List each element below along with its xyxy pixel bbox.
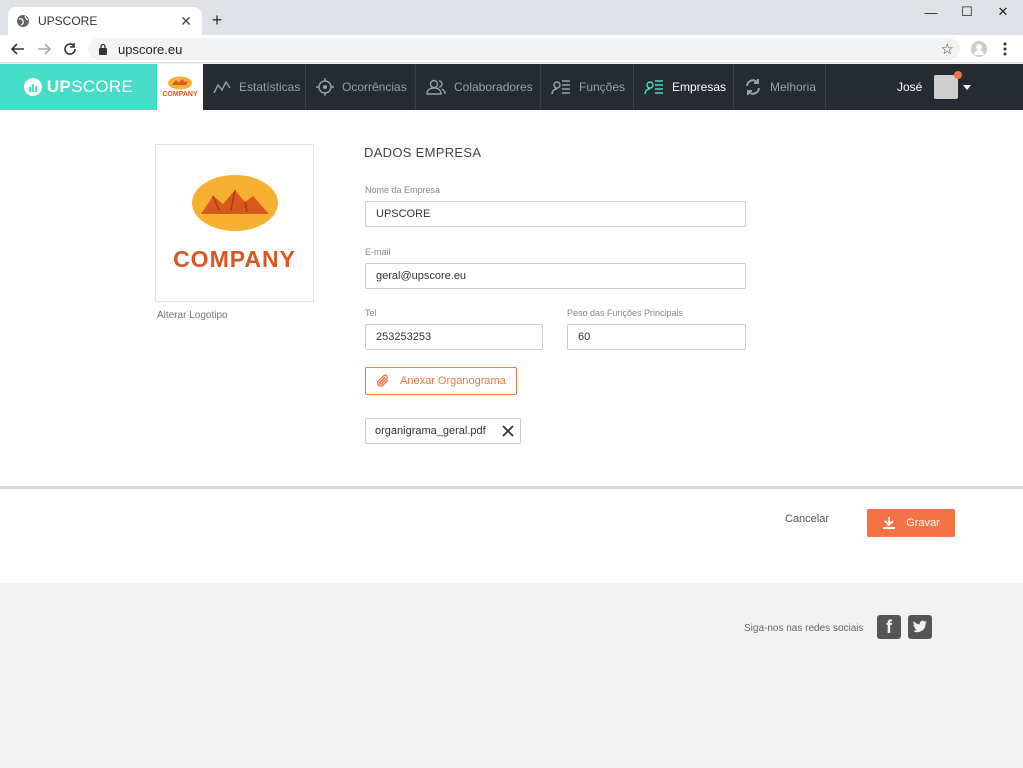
refresh-icon	[746, 79, 760, 95]
attached-file-name: organigrama_geral.pdf	[375, 425, 486, 437]
user-menu[interactable]: José	[897, 64, 972, 110]
users-icon	[426, 79, 446, 95]
company-logo-emblem	[191, 174, 278, 231]
email-input[interactable]	[365, 263, 746, 289]
save-button-label: Gravar	[906, 517, 940, 529]
facebook-icon[interactable]: f	[877, 615, 901, 639]
twitter-icon[interactable]	[908, 615, 932, 639]
company-logo-text: COMPANY	[173, 245, 296, 272]
lock-icon	[99, 43, 107, 55]
avatar	[934, 71, 963, 99]
company-tile-label: COMPANY	[162, 91, 198, 98]
company-list-icon	[644, 80, 663, 95]
browser-tab[interactable]: UPSCORE ✕	[8, 7, 202, 35]
brand-name: UPSCORE	[46, 77, 134, 96]
browser-menu-button[interactable]	[995, 39, 1015, 59]
section-title: DADOS EMPRESA	[364, 145, 482, 160]
brand-logo[interactable]: UPSCORE	[0, 64, 157, 110]
reload-button[interactable]	[60, 39, 80, 59]
nav-item-melhoria[interactable]: Melhoria	[734, 64, 826, 110]
maximize-button[interactable]: ☐	[949, 0, 985, 24]
company-switcher[interactable]: COMPANY	[157, 64, 203, 110]
nav-item-ocorrencias[interactable]: Ocorrências	[306, 64, 416, 110]
tel-input[interactable]	[365, 324, 543, 350]
save-button[interactable]: Gravar	[867, 509, 955, 537]
email-label: E-mail	[365, 247, 391, 257]
user-name: José	[897, 80, 923, 94]
company-form-panel: COMPANY Alterar Logotipo DADOS EMPRESA N…	[0, 110, 1023, 486]
page-footer: Siga-nos nas redes sociais f	[0, 583, 1023, 768]
tab-close-icon[interactable]: ✕	[178, 13, 194, 30]
notification-dot	[954, 71, 963, 79]
attached-file-chip: organigrama_geral.pdf	[365, 418, 521, 444]
profile-button[interactable]	[969, 39, 989, 59]
change-logo-link[interactable]: Alterar Logotipo	[157, 310, 228, 321]
target-icon	[316, 78, 334, 96]
attach-org-chart-button[interactable]: Anexar Organograma	[365, 367, 517, 395]
close-icon	[502, 425, 514, 437]
browser-toolbar: upscore.eu ☆	[0, 35, 1023, 63]
globe-icon	[17, 15, 29, 27]
form-actions-bar: Cancelar Gravar	[0, 489, 1023, 583]
profile-icon	[971, 41, 987, 57]
nav-item-empresas[interactable]: Empresas	[634, 64, 734, 110]
attach-org-chart-label: Anexar Organograma	[400, 375, 506, 387]
address-bar[interactable]: upscore.eu ☆	[88, 38, 960, 60]
arrow-left-icon	[11, 43, 24, 55]
nav-item-colaboradores[interactable]: Colaboradores	[416, 64, 541, 110]
new-tab-button[interactable]: +	[207, 10, 227, 31]
caret-down-icon	[963, 84, 972, 90]
company-logo-icon	[168, 76, 192, 90]
nav-item-funcoes[interactable]: Funções	[541, 64, 634, 110]
main-functions-weight-label: Peso das Funções Principais	[567, 308, 684, 318]
browser-tab-title: UPSCORE	[38, 14, 98, 28]
company-name-label: Nome da Empresa	[365, 185, 441, 195]
back-button[interactable]	[8, 39, 28, 59]
forward-button[interactable]	[34, 39, 54, 59]
company-logo-preview[interactable]: COMPANY	[155, 144, 314, 302]
minimize-button[interactable]: —	[913, 0, 949, 24]
bookmark-star-icon[interactable]: ☆	[941, 40, 954, 58]
arrow-right-icon	[38, 43, 51, 55]
browser-tabstrip: UPSCORE ✕ + — ☐ ✕	[0, 0, 1023, 35]
nav-item-estatisticas[interactable]: Estatísticas	[203, 64, 306, 110]
main-functions-weight-input[interactable]	[567, 324, 746, 350]
social-text: Siga-nos nas redes sociais	[744, 623, 864, 634]
chart-line-icon	[213, 80, 231, 94]
url-text: upscore.eu	[118, 41, 183, 57]
download-icon	[883, 517, 896, 529]
kebab-menu-icon	[1003, 42, 1007, 56]
company-name-input[interactable]	[365, 201, 746, 227]
tel-label: Tel	[365, 308, 377, 318]
cancel-button[interactable]: Cancelar	[785, 513, 829, 525]
app-navbar: UPSCORE COMPANY Estatísticas Ocorrências…	[0, 64, 1023, 110]
window-close-button[interactable]: ✕	[985, 0, 1021, 24]
reload-icon	[64, 43, 76, 55]
functions-list-icon	[551, 80, 570, 95]
paperclip-icon	[377, 374, 389, 387]
remove-file-button[interactable]	[496, 425, 520, 437]
brand-chart-icon	[23, 78, 42, 96]
